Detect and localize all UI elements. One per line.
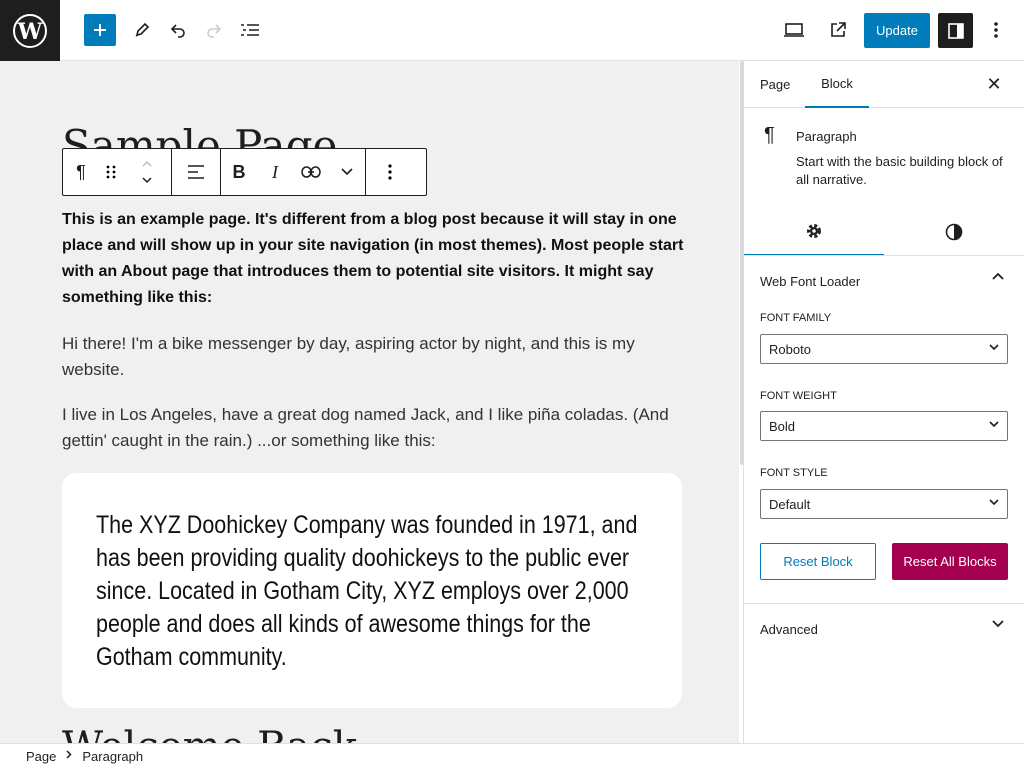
svg-text:W: W <box>17 19 43 45</box>
format-group: B I <box>221 149 366 195</box>
quote-text: The XYZ Doohickey Company was founded in… <box>96 511 638 671</box>
breadcrumb: Page Paragraph <box>0 743 1024 768</box>
update-button[interactable]: Update <box>864 13 930 48</box>
align-left-icon[interactable] <box>172 149 220 195</box>
desktop-preview-icon[interactable] <box>778 14 810 46</box>
block-toolbar: ¶ B I <box>62 148 427 196</box>
block-card: ¶ Paragraph Start with the basic buildin… <box>744 108 1024 208</box>
chevron-down-icon <box>989 499 999 506</box>
chevron-down-icon <box>989 344 999 351</box>
font-family-select[interactable]: Roboto <box>760 334 1008 364</box>
quote-block[interactable]: The XYZ Doohickey Company was founded in… <box>62 473 682 708</box>
reset-all-blocks-button[interactable]: Reset All Blocks <box>892 543 1008 580</box>
link-icon[interactable] <box>293 149 329 195</box>
block-description: Start with the basic building block of a… <box>796 154 1003 187</box>
advanced-label: Advanced <box>760 621 818 637</box>
chevron-down-icon <box>989 421 999 428</box>
settings-sidebar: Page Block ✕ ¶ Paragraph Start with the … <box>744 61 1024 743</box>
align-group <box>172 149 221 195</box>
font-style-select[interactable]: Default <box>760 489 1008 519</box>
section-heading[interactable]: Welcome Back <box>62 724 357 743</box>
paragraph-icon[interactable]: ¶ <box>63 149 99 195</box>
undo-icon[interactable] <box>162 14 194 46</box>
move-up-down-icon[interactable] <box>123 149 171 195</box>
list-view-icon[interactable] <box>234 14 266 46</box>
external-link-icon[interactable] <box>822 14 854 46</box>
breadcrumb-item-page[interactable]: Page <box>26 749 56 764</box>
breadcrumb-item-paragraph[interactable]: Paragraph <box>82 749 143 764</box>
chevron-right-icon <box>66 750 72 762</box>
top-toolbar: W Update <box>0 0 1024 61</box>
more-options-icon[interactable] <box>980 14 1012 46</box>
paragraph-icon: ¶ <box>764 124 775 146</box>
chevron-down-icon <box>992 620 1004 628</box>
sidebar-tabs: Page Block ✕ <box>744 61 1024 108</box>
font-family-label: FONT FAMILY <box>760 312 832 324</box>
font-family-value: Roboto <box>769 341 811 357</box>
paragraph-block[interactable]: I live in Los Angeles, have a great dog … <box>62 402 687 454</box>
block-switcher-group: ¶ <box>63 149 172 195</box>
chevron-up-icon <box>992 272 1004 280</box>
editor-canvas[interactable]: Sample Page ¶ B I This is an example pag… <box>0 61 739 743</box>
redo-icon[interactable] <box>198 14 230 46</box>
reset-block-button[interactable]: Reset Block <box>760 543 876 580</box>
font-weight-select[interactable]: Bold <box>760 411 1008 441</box>
close-icon[interactable]: ✕ <box>984 74 1004 94</box>
font-style-value: Default <box>769 496 811 512</box>
styles-contrast-icon[interactable] <box>884 208 1024 256</box>
block-options-icon[interactable] <box>366 149 414 195</box>
settings-gear-icon[interactable] <box>744 208 884 256</box>
advanced-panel: Advanced <box>744 604 1024 654</box>
italic-icon[interactable]: I <box>257 149 293 195</box>
settings-sidebar-toggle-icon[interactable] <box>938 13 973 48</box>
font-weight-value: Bold <box>769 418 796 434</box>
intro-paragraph[interactable]: This is an example page. It's different … <box>62 207 687 311</box>
pencil-icon[interactable] <box>126 14 158 46</box>
more-formats-chevron-down-icon[interactable] <box>329 149 365 195</box>
block-name: Paragraph <box>796 129 857 144</box>
panel-header[interactable]: Web Font Loader <box>744 256 1024 306</box>
font-style-label: FONT STYLE <box>760 467 828 479</box>
web-font-loader-panel: Web Font Loader FONT FAMILY Roboto FONT … <box>744 256 1024 646</box>
block-inspector-tabs <box>744 208 1024 256</box>
drag-handle-icon[interactable] <box>99 149 123 195</box>
bold-icon[interactable]: B <box>221 149 257 195</box>
tab-page[interactable]: Page <box>760 61 790 108</box>
tab-block[interactable]: Block <box>805 61 869 108</box>
add-block-button[interactable] <box>84 14 116 46</box>
advanced-panel-header[interactable]: Advanced <box>744 604 1024 654</box>
panel-title: Web Font Loader <box>760 273 861 289</box>
paragraph-block[interactable]: Hi there! I'm a bike messenger by day, a… <box>62 331 687 383</box>
wordpress-logo-icon[interactable]: W <box>0 0 60 61</box>
font-weight-label: FONT WEIGHT <box>760 390 837 402</box>
options-group <box>366 149 414 195</box>
divider <box>744 255 1024 256</box>
